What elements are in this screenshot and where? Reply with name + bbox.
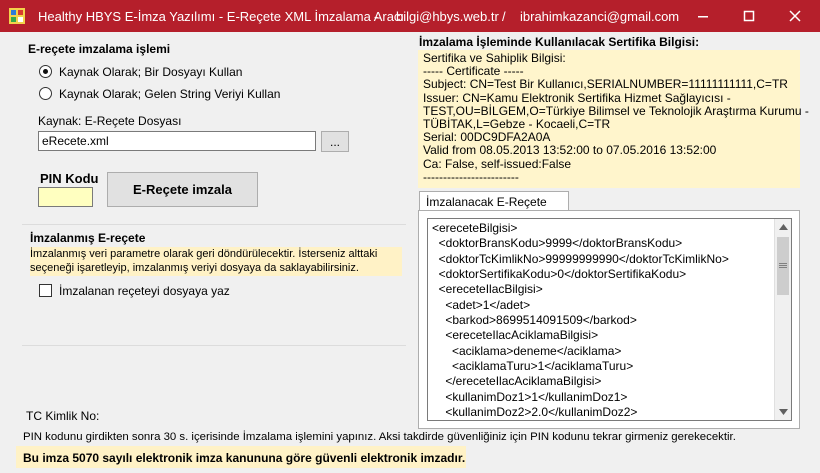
source-file-label: Kaynak: E-Reçete Dosyası [38,114,182,128]
signing-title: E-reçete imzalama işlemi [28,42,171,56]
xml-line: <ereceteIlacBilgisi> [432,282,543,297]
signed-info-note: İmzalanmış veri parametre olarak geri dö… [30,247,402,276]
tc-label: TC Kimlik No: [26,409,100,423]
grip-icon [779,263,787,268]
certificate-title: İmzalama İşleminde Kullanılacak Sertifik… [419,35,700,49]
browse-button[interactable]: ... [321,131,349,152]
maximize-icon [743,10,755,22]
title-separator: - [374,9,379,24]
legal-note: Bu imza 5070 sayılı elektronik imza kanu… [23,451,466,465]
xml-line: <kullanimDoz1>1</kullanimDoz1> [432,389,628,404]
close-button[interactable] [772,0,818,32]
xml-line: <aciklamaTuru>1</aciklamaTuru> [432,359,634,374]
scroll-down-icon[interactable] [779,409,788,415]
contact-email: bilgi@hbys.web.tr [396,9,499,24]
xml-line: <kullanimDoz2>2.0</kullanimDoz2> [432,405,638,420]
xml-line: </ereceteIlacAciklamaBilgisi> [432,374,602,389]
certificate-line: ------------------------ [423,169,519,184]
certificate-line: Valid from 08.05.2013 13:52:00 to 07.05.… [423,143,717,158]
xml-line: <doktorSertifikaKodu>0</doktorSertifikaK… [432,267,687,282]
xml-line: <kullanimPeriyot>1</kullanimPeriyot> [432,420,729,421]
radio-source-string-label[interactable]: Kaynak Olarak; Gelen String Veriyi Kulla… [59,87,280,101]
xml-line: <ereceteIlacAciklamaBilgisi> [432,328,599,343]
pin-warning: PIN kodunu girdikten sonra 30 s. içerisi… [23,431,736,443]
xml-tab-panel: <ereceteBilgisi> <doktorBransKodu>9999</… [418,210,800,429]
minimize-icon [698,16,708,18]
group-divider-bottom [22,345,406,346]
window-title: Healthy HBYS E-İmza Yazılımı - E-Reçete … [38,9,405,24]
xml-content: <ereceteBilgisi> <doktorBransKodu>9999</… [432,221,729,421]
group-divider [22,224,406,225]
signed-note-line2: seçeneği işaretleyip, imzalanmış veriyi … [30,261,359,274]
save-to-file-checkbox[interactable] [39,284,52,297]
certificate-line: Ca: False, self-issued:False [423,156,572,171]
minimize-button[interactable] [680,0,726,32]
xml-textarea[interactable]: <ereceteBilgisi> <doktorBransKodu>9999</… [427,218,792,421]
signed-note-line1: İmzalanmış veri parametre olarak geri dö… [30,248,378,260]
tab-xml-data[interactable]: İmzalanacak E-Reçete Verisi [419,191,569,223]
pin-input[interactable] [38,187,93,207]
title-bar[interactable]: Healthy HBYS E-İmza Yazılımı - E-Reçete … [0,0,820,32]
radio-source-file-label[interactable]: Kaynak Olarak; Bir Dosyayı Kullan [59,65,242,79]
developer-email: ibrahimkazanci@gmail.com [520,9,680,24]
xml-line: <adet>1</adet> [432,297,531,312]
certificate-line: Issuer: CN=Kamu Elektronik Sertifika Hiz… [423,90,731,105]
radio-source-file[interactable] [39,65,52,78]
maximize-button[interactable] [726,0,772,32]
source-file-input[interactable]: eRecete.xml [38,131,316,151]
pin-label: PIN Kodu [40,171,99,186]
xml-line: <aciklama>deneme</aciklama> [432,343,622,358]
scroll-thumb[interactable] [777,237,789,295]
signed-title: İmzalanmış E-reçete [30,231,146,245]
xml-scrollbar[interactable] [774,219,791,420]
save-to-file-label[interactable]: İmzalanan reçeteyi dosyaya yaz [59,284,230,298]
xml-line: <doktorBransKodu>9999</doktorBransKodu> [432,236,683,251]
radio-source-string[interactable] [39,87,52,100]
xml-line: <doktorTcKimlikNo>99999999990</doktorTcK… [432,251,729,266]
xml-line: <ereceteBilgisi> [432,221,518,235]
certificate-info-box: Sertifika ve Sahiplik Bilgisi: ----- Cert… [418,50,809,188]
close-icon [789,10,801,22]
certificate-line: Subject: CN=Test Bir Kullanıcı,SERIALNUM… [423,77,788,92]
app-icon[interactable] [9,8,25,24]
sign-button[interactable]: E-Reçete imzala [107,172,258,207]
title-separator-2: / [502,9,506,24]
scroll-up-icon[interactable] [779,224,788,230]
xml-line: <barkod>8699514091509</barkod> [432,313,637,328]
